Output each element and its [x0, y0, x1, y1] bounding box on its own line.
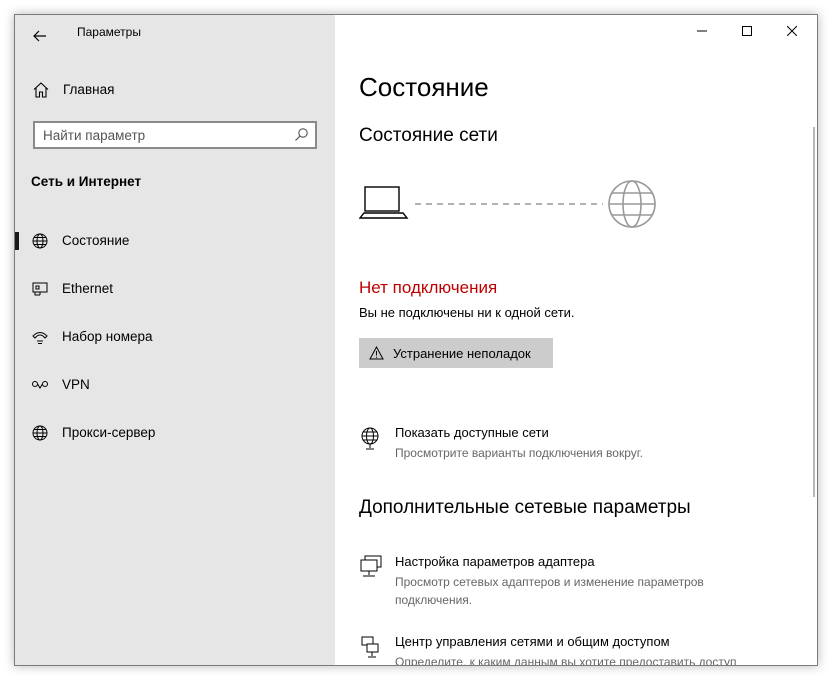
search-box[interactable]: [33, 121, 317, 149]
sidebar-item-label: Состояние: [62, 233, 130, 248]
sidebar-item-dialup[interactable]: Набор номера: [15, 320, 335, 354]
sidebar-item-label: VPN: [62, 377, 90, 392]
show-networks-link[interactable]: Показать доступные сети Просмотрите вари…: [359, 425, 789, 465]
adapter-settings-link[interactable]: Настройка параметров адаптера Просмотр с…: [359, 554, 789, 610]
close-button[interactable]: [769, 15, 815, 47]
internet-globe-icon: [608, 180, 656, 228]
troubleshoot-button[interactable]: Устранение неполадок: [359, 338, 553, 368]
show-networks-desc: Просмотрите варианты подключения вокруг.: [395, 446, 643, 460]
close-icon: [787, 26, 797, 36]
sidebar-item-ethernet[interactable]: Ethernet: [15, 272, 335, 306]
status-description: Вы не подключены ни к одной сети.: [359, 305, 575, 320]
search-input[interactable]: [35, 123, 301, 147]
home-icon: [33, 82, 49, 98]
back-button[interactable]: [25, 21, 55, 51]
section-title: Сеть и Интернет: [31, 174, 142, 189]
settings-window: Параметры Главная Сеть и Интернет Состоя: [14, 14, 818, 666]
network-adapter-icon: [360, 555, 382, 577]
nav-home[interactable]: Главная: [15, 77, 335, 103]
advanced-settings-heading: Дополнительные сетевые параметры: [359, 497, 691, 518]
vpn-icon: [32, 381, 48, 389]
sidebar-item-label: Прокси-сервер: [62, 425, 156, 440]
network-status-graphic: [359, 180, 656, 228]
sidebar: Параметры Главная Сеть и Интернет Состоя: [15, 15, 335, 665]
sidebar-item-proxy[interactable]: Прокси-сервер: [15, 416, 335, 450]
page-title: Состояние: [359, 72, 489, 102]
minimize-button[interactable]: [679, 15, 725, 47]
search-icon: [295, 128, 308, 141]
network-status-heading: Состояние сети: [359, 125, 498, 146]
app-title: Параметры: [77, 25, 141, 39]
adapter-settings-desc: Просмотр сетевых адаптеров и изменение п…: [395, 575, 704, 607]
troubleshoot-label: Устранение неполадок: [393, 346, 531, 361]
sharing-center-icon: [361, 636, 379, 658]
main-content: Состояние Состояние сети Нет подключения…: [335, 15, 817, 665]
show-networks-title: Показать доступные сети: [395, 425, 549, 440]
selected-indicator: [15, 232, 19, 250]
sidebar-item-vpn[interactable]: VPN: [15, 368, 335, 402]
back-arrow-icon: [33, 30, 46, 42]
sharing-center-desc: Определите, к каким данным вы хотите пре…: [395, 655, 737, 665]
sidebar-item-status[interactable]: Состояние: [15, 224, 335, 258]
wifi-globe-icon: [361, 427, 379, 450]
status-title: Нет подключения: [359, 278, 498, 297]
sharing-center-link[interactable]: Центр управления сетями и общим доступом…: [359, 634, 789, 665]
scrollbar[interactable]: [813, 127, 815, 497]
nav-home-label: Главная: [63, 82, 115, 97]
adapter-settings-title: Настройка параметров адаптера: [395, 554, 595, 569]
globe-icon: [32, 233, 48, 249]
minimize-icon: [697, 30, 707, 32]
sidebar-item-label: Набор номера: [62, 329, 153, 344]
ethernet-icon: [32, 282, 48, 296]
maximize-icon: [742, 26, 752, 36]
sidebar-item-label: Ethernet: [62, 281, 114, 296]
sharing-center-title: Центр управления сетями и общим доступом: [395, 634, 670, 649]
maximize-button[interactable]: [724, 15, 770, 47]
dialup-icon: [32, 332, 48, 344]
globe-icon: [32, 425, 48, 441]
laptop-icon: [359, 186, 409, 219]
warning-icon: [369, 346, 384, 360]
